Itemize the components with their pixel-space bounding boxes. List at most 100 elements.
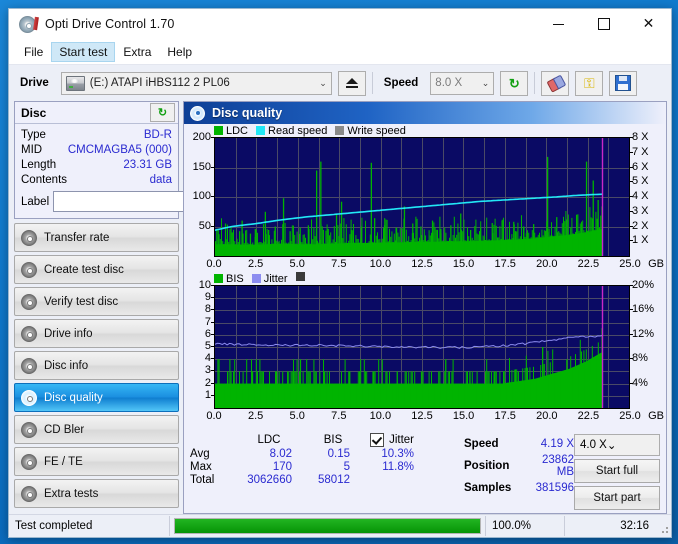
sidebar-item-drive-info[interactable]: Drive info bbox=[14, 319, 179, 348]
run-info-values: Speed 4.19 X Position 23862 MB Samples 3… bbox=[464, 433, 574, 511]
progress-fill bbox=[175, 519, 480, 533]
maximize-button[interactable] bbox=[581, 9, 626, 39]
sidebar-item-cd-bler[interactable]: CD Bler bbox=[14, 415, 179, 444]
jitter-toggle[interactable]: Jitter bbox=[362, 433, 418, 447]
legend-item-jitter: Jitter bbox=[251, 273, 288, 285]
y2-tick bbox=[630, 211, 633, 212]
disc-row-length: Length 23.31 GB bbox=[21, 157, 172, 172]
eraser-icon bbox=[546, 74, 567, 93]
start-full-button[interactable]: Start full bbox=[574, 459, 660, 483]
disc-info-panel: Disc ↻ Type BD-R MID CMCMAGBA5 (000) Len… bbox=[14, 101, 259, 219]
y2-tick bbox=[630, 334, 633, 335]
disc-row-contents-key: Contents bbox=[21, 173, 68, 186]
menu-start-test[interactable]: Start test bbox=[51, 41, 116, 62]
panel-header: Disc quality bbox=[184, 102, 666, 124]
test-nav-list: Transfer rate Create test disc Verify te… bbox=[14, 223, 179, 508]
stats-header-jitter: Jitter bbox=[389, 434, 414, 446]
elapsed-time: 32:16 bbox=[620, 520, 649, 532]
menu-extra[interactable]: Extra bbox=[115, 42, 159, 62]
optical-drive-icon bbox=[65, 75, 85, 91]
refresh-button[interactable]: ↻ bbox=[500, 70, 529, 96]
statistics-table: LDC BIS Jitter Avg 8.02 0.15 10.3% Max 1… bbox=[190, 433, 464, 511]
minimize-button[interactable] bbox=[536, 9, 581, 39]
sidebar-item-verify-test-disc[interactable]: Verify test disc bbox=[14, 287, 179, 316]
legend-item-ldc: LDC bbox=[214, 125, 248, 137]
x-tick-label: 7.5 bbox=[331, 410, 347, 422]
drive-select-value: (E:) ATAPI iHBS112 2 PL06 bbox=[89, 77, 230, 89]
sidebar-item-label: Create test disc bbox=[44, 263, 124, 276]
drive-select[interactable]: (E:) ATAPI iHBS112 2 PL06 ⌄ bbox=[60, 71, 332, 95]
bis-y-axis: 1 2 3 4 5 6 7 8 9 10 bbox=[184, 279, 214, 407]
speed-label: Speed bbox=[383, 77, 419, 89]
erase-button[interactable] bbox=[541, 70, 570, 96]
legend-swatch-ldc bbox=[214, 126, 223, 135]
menu-bar: File Start test Extra Help bbox=[9, 39, 671, 64]
x-tick-label: 17.5 bbox=[494, 258, 516, 270]
close-button[interactable]: ✕ bbox=[626, 9, 671, 39]
disc-icon bbox=[21, 357, 37, 374]
ldc-plot-area[interactable] bbox=[214, 137, 630, 257]
legend-label-bis: BIS bbox=[226, 272, 244, 285]
drive-toolbar: Drive (E:) ATAPI iHBS112 2 PL06 ⌄ Speed … bbox=[9, 64, 671, 101]
run-info-samples-value: 381596 bbox=[535, 482, 574, 494]
disc-refresh-button[interactable]: ↻ bbox=[150, 103, 175, 122]
x-tick-label: 0.0 bbox=[206, 258, 222, 270]
stats-header-bis: BIS bbox=[323, 434, 343, 446]
x-tick-label: 5.0 bbox=[289, 258, 305, 270]
desktop-background: Opti Drive Control 1.70 ✕ File Start tes… bbox=[0, 0, 678, 544]
y2-tick-label: 8 X bbox=[632, 131, 649, 143]
eject-button[interactable] bbox=[337, 70, 366, 96]
x-tick-label: 17.5 bbox=[494, 410, 516, 422]
main-body: Disc ↻ Type BD-R MID CMCMAGBA5 (000) Len… bbox=[9, 101, 671, 531]
test-speed-value: 4.0 X bbox=[580, 439, 607, 451]
key-button[interactable]: ⚿ bbox=[575, 70, 604, 96]
stats-row-label-max: Max bbox=[190, 461, 212, 473]
bis-x-axis: 0.0 2.5 5.0 7.5 10.0 12.5 15.0 17.5 20.0 22.5 25.0… bbox=[206, 409, 664, 424]
bis-plot-area[interactable] bbox=[214, 285, 630, 409]
save-button[interactable] bbox=[609, 70, 638, 96]
legend-item-bis: BIS bbox=[214, 273, 244, 285]
jitter-checkbox[interactable] bbox=[370, 433, 385, 447]
test-controls: 4.0 X ⌄ Start full Start part bbox=[574, 433, 660, 511]
legend-swatch-bis bbox=[214, 274, 223, 283]
x-axis-unit: GB bbox=[648, 258, 664, 270]
menu-help[interactable]: Help bbox=[159, 42, 200, 62]
sidebar-item-label: Verify test disc bbox=[44, 295, 119, 308]
sidebar: Disc ↻ Type BD-R MID CMCMAGBA5 (000) Len… bbox=[9, 101, 259, 531]
disc-row-length-key: Length bbox=[21, 158, 57, 171]
sidebar-item-create-test-disc[interactable]: Create test disc bbox=[14, 255, 179, 284]
sidebar-item-extra-tests[interactable]: Extra tests bbox=[14, 479, 179, 508]
run-info-position: Position 23862 MB bbox=[464, 454, 574, 478]
resize-grip[interactable] bbox=[655, 516, 671, 536]
start-part-button[interactable]: Start part bbox=[574, 486, 660, 510]
y2-tick-label: 20% bbox=[632, 279, 655, 291]
menu-file[interactable]: File bbox=[16, 42, 51, 62]
sidebar-item-label: Disc info bbox=[44, 359, 89, 372]
eject-bar bbox=[345, 86, 358, 88]
y2-tick bbox=[630, 167, 633, 168]
x-tick-label: 10.0 bbox=[369, 258, 392, 270]
status-message: Test completed bbox=[9, 516, 170, 536]
sidebar-item-disc-quality[interactable]: Disc quality bbox=[14, 383, 179, 412]
progress-percent: 100.0% bbox=[486, 516, 565, 536]
x-tick-label: 22.5 bbox=[577, 410, 600, 422]
opti-drive-control-window: Opti Drive Control 1.70 ✕ File Start tes… bbox=[8, 8, 672, 538]
x-axis-unit: GB bbox=[648, 410, 664, 422]
x-tick-label: 12.5 bbox=[411, 410, 433, 422]
x-tick-label: 25.0 bbox=[619, 258, 641, 270]
test-speed-select[interactable]: 4.0 X ⌄ bbox=[574, 434, 660, 456]
sidebar-item-fe-te[interactable]: FE / TE bbox=[14, 447, 179, 476]
sidebar-item-transfer-rate[interactable]: Transfer rate bbox=[14, 223, 179, 252]
y2-tick bbox=[630, 285, 633, 286]
x-tick-label: 20.0 bbox=[536, 258, 558, 270]
sidebar-item-disc-info[interactable]: Disc info bbox=[14, 351, 179, 380]
title-bar: Opti Drive Control 1.70 ✕ bbox=[9, 9, 671, 39]
disc-row-contents: Contents data bbox=[21, 172, 172, 187]
disc-row-type: Type BD-R bbox=[21, 127, 172, 142]
write-speed-select[interactable]: 8.0 X ⌄ bbox=[430, 71, 495, 95]
chevron-down-icon: ⌄ bbox=[319, 77, 327, 88]
legend-swatch-jitter bbox=[251, 274, 261, 283]
y-tick-label: 100 bbox=[192, 190, 211, 202]
toolbar-divider-1 bbox=[371, 72, 373, 94]
chevron-down-icon: ⌄ bbox=[481, 77, 490, 88]
